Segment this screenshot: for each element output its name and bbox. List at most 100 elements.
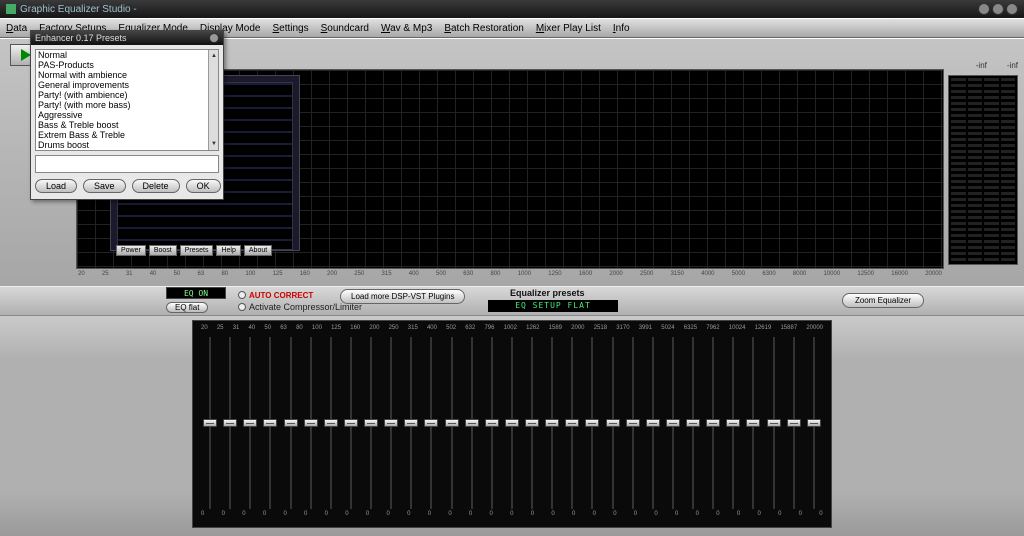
save-button[interactable]: Save [83, 179, 126, 193]
eq-slider[interactable] [765, 335, 783, 511]
slider-thumb[interactable] [465, 419, 479, 427]
menu-batch-restoration[interactable]: Batch Restoration [444, 23, 524, 34]
slider-thumb[interactable] [304, 419, 318, 427]
load-vst-button[interactable]: Load more DSP-VST Plugins [340, 289, 465, 304]
slider-thumb[interactable] [284, 419, 298, 427]
eq-slider[interactable] [684, 335, 702, 511]
slider-thumb[interactable] [706, 419, 720, 427]
menu-wav-mp3[interactable]: Wav & Mp3 [381, 23, 432, 34]
eq-slider[interactable] [261, 335, 279, 511]
slider-thumb[interactable] [626, 419, 640, 427]
slider-thumb[interactable] [324, 419, 338, 427]
slider-thumb[interactable] [726, 419, 740, 427]
slider-thumb[interactable] [203, 419, 217, 427]
eq-slider[interactable] [221, 335, 239, 511]
list-item[interactable]: Aggressive [37, 110, 217, 120]
eq-slider[interactable] [322, 335, 340, 511]
list-item[interactable]: Extrem Bass & Treble [37, 130, 217, 140]
enhancer-power-button[interactable]: Power [116, 245, 146, 256]
load-button[interactable]: Load [35, 179, 77, 193]
list-item[interactable]: Normal [37, 50, 217, 60]
eq-slider[interactable] [724, 335, 742, 511]
dialog-close-icon[interactable] [209, 33, 219, 43]
eq-slider[interactable] [563, 335, 581, 511]
menu-info[interactable]: Info [613, 23, 630, 34]
eq-slider[interactable] [282, 335, 300, 511]
slider-thumb[interactable] [243, 419, 257, 427]
list-item[interactable]: PAS-Products [37, 60, 217, 70]
menu-data[interactable]: Data [6, 23, 27, 34]
list-item[interactable]: General improvements [37, 80, 217, 90]
list-item[interactable]: Party! (with more bass) [37, 100, 217, 110]
list-item[interactable]: Drums boost [37, 140, 217, 150]
slider-thumb[interactable] [384, 419, 398, 427]
slider-thumb[interactable] [404, 419, 418, 427]
preset-list[interactable]: NormalPAS-ProductsNormal with ambienceGe… [35, 49, 219, 151]
slider-thumb[interactable] [445, 419, 459, 427]
radio-auto-correct[interactable] [238, 291, 246, 299]
slider-thumb[interactable] [585, 419, 599, 427]
menu-mixer-play-list[interactable]: Mixer Play List [536, 23, 601, 34]
presets-dialog[interactable]: Enhancer 0.17 Presets NormalPAS-Products… [30, 30, 224, 200]
delete-button[interactable]: Delete [132, 179, 180, 193]
scrollbar[interactable] [208, 50, 218, 150]
slider-thumb[interactable] [565, 419, 579, 427]
eq-slider[interactable] [664, 335, 682, 511]
list-item[interactable]: Deep Bass boost [37, 150, 217, 151]
enhancer-boost-button[interactable]: Boost [149, 245, 177, 256]
eq-slider[interactable] [503, 335, 521, 511]
slider-thumb[interactable] [646, 419, 660, 427]
slider-thumb[interactable] [505, 419, 519, 427]
dialog-titlebar[interactable]: Enhancer 0.17 Presets [31, 31, 223, 45]
slider-thumb[interactable] [767, 419, 781, 427]
eq-slider[interactable] [523, 335, 541, 511]
eq-slider[interactable] [443, 335, 461, 511]
slider-thumb[interactable] [686, 419, 700, 427]
eq-slider[interactable] [382, 335, 400, 511]
ok-button[interactable]: OK [186, 179, 221, 193]
slider-thumb[interactable] [606, 419, 620, 427]
eq-slider[interactable] [422, 335, 440, 511]
maximize-icon[interactable] [992, 3, 1004, 15]
slider-thumb[interactable] [746, 419, 760, 427]
zoom-equalizer-button[interactable]: Zoom Equalizer [842, 293, 924, 308]
eq-slider[interactable] [342, 335, 360, 511]
enhancer-help-button[interactable]: Help [216, 245, 240, 256]
slider-thumb[interactable] [666, 419, 680, 427]
list-item[interactable]: Bass & Treble boost [37, 120, 217, 130]
menu-settings[interactable]: Settings [272, 23, 308, 34]
eq-flat-button[interactable]: EQ flat [166, 302, 208, 313]
slider-thumb[interactable] [263, 419, 277, 427]
eq-slider[interactable] [402, 335, 420, 511]
menu-soundcard[interactable]: Soundcard [321, 23, 369, 34]
slider-thumb[interactable] [344, 419, 358, 427]
eq-slider[interactable] [604, 335, 622, 511]
eq-slider[interactable] [704, 335, 722, 511]
eq-slider[interactable] [362, 335, 380, 511]
eq-slider[interactable] [744, 335, 762, 511]
eq-slider[interactable] [644, 335, 662, 511]
minimize-icon[interactable] [978, 3, 990, 15]
radio-compressor[interactable] [238, 303, 246, 311]
eq-slider[interactable] [483, 335, 501, 511]
slider-thumb[interactable] [545, 419, 559, 427]
eq-slider[interactable] [201, 335, 219, 511]
eq-slider[interactable] [302, 335, 320, 511]
eq-slider[interactable] [624, 335, 642, 511]
slider-thumb[interactable] [807, 419, 821, 427]
close-icon[interactable] [1006, 3, 1018, 15]
eq-slider[interactable] [583, 335, 601, 511]
slider-thumb[interactable] [787, 419, 801, 427]
slider-thumb[interactable] [485, 419, 499, 427]
enhancer-presets-button[interactable]: Presets [180, 245, 214, 256]
list-item[interactable]: Party! (with ambience) [37, 90, 217, 100]
eq-slider[interactable] [785, 335, 803, 511]
list-item[interactable]: Normal with ambience [37, 70, 217, 80]
eq-slider[interactable] [543, 335, 561, 511]
slider-thumb[interactable] [525, 419, 539, 427]
slider-thumb[interactable] [424, 419, 438, 427]
eq-slider[interactable] [463, 335, 481, 511]
eq-slider[interactable] [805, 335, 823, 511]
preset-name-input[interactable] [35, 155, 219, 173]
eq-slider[interactable] [241, 335, 259, 511]
